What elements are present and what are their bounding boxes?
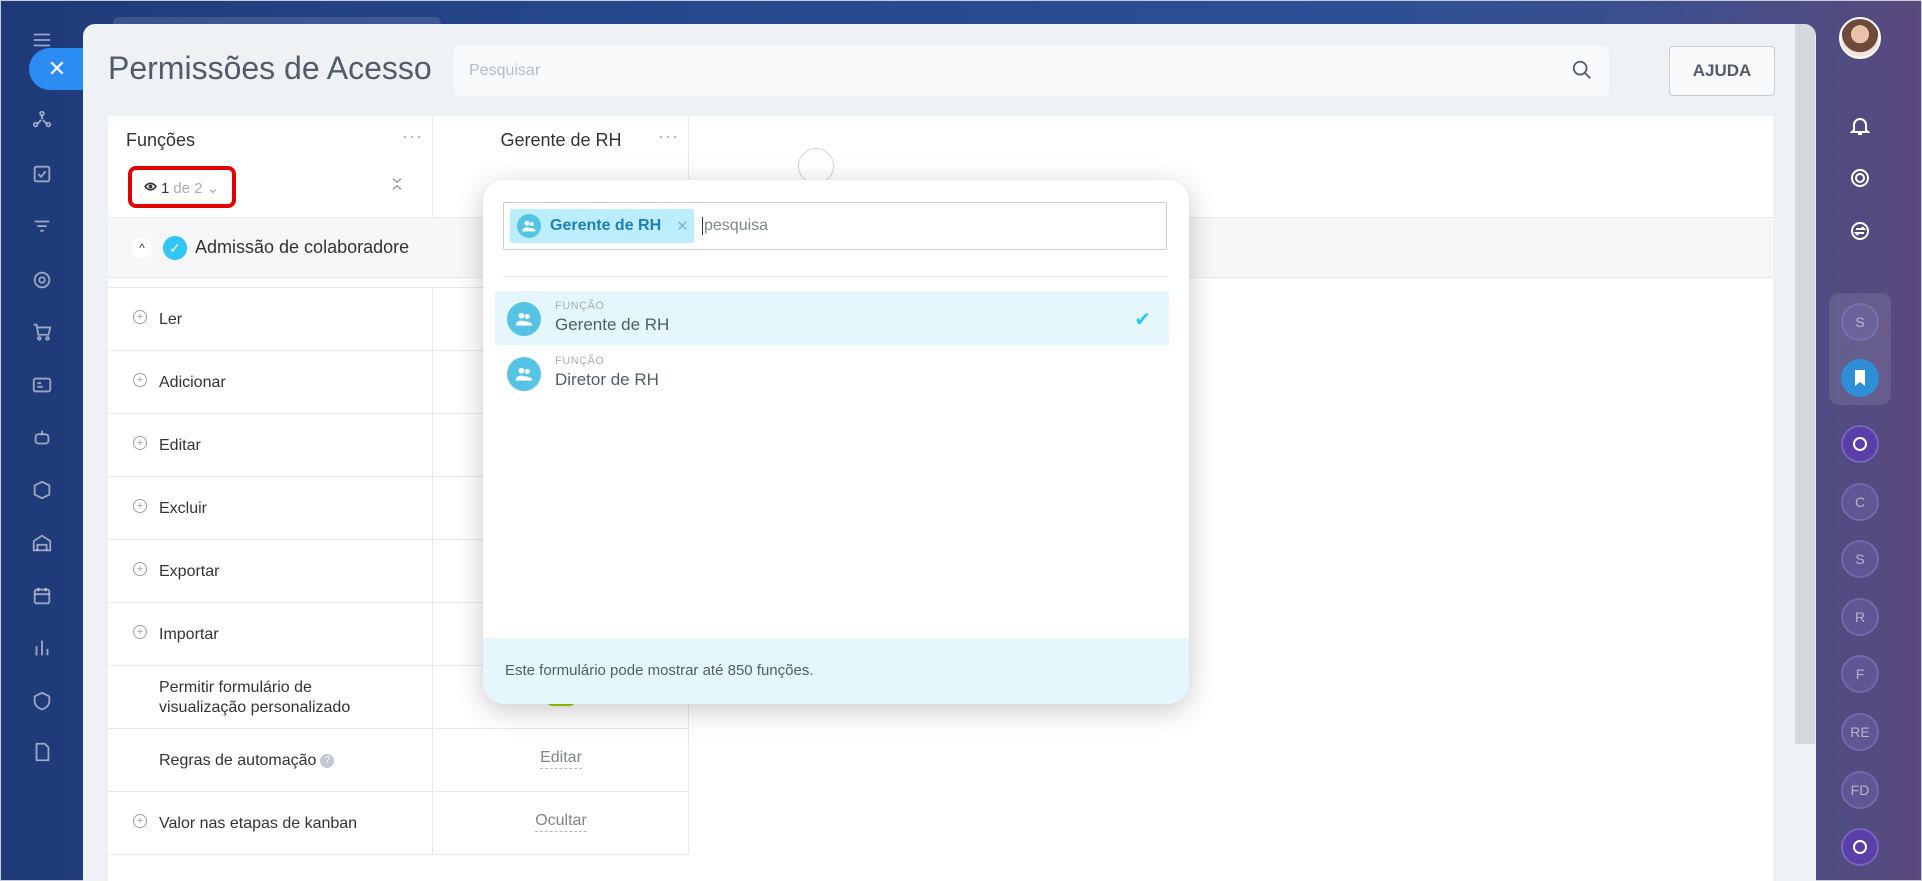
row-label-text: Regras de automação — [159, 752, 317, 769]
total-count: de 2 — [173, 179, 203, 197]
tag-label: Gerente de RH — [550, 217, 662, 234]
close-icon: ✕ — [47, 56, 67, 81]
openlines-icon[interactable] — [1841, 425, 1879, 463]
search-icon[interactable] — [1571, 59, 1593, 86]
divider — [503, 276, 1167, 277]
help-icon[interactable]: ? — [320, 753, 335, 768]
user-avatar[interactable] — [1839, 17, 1881, 59]
popup-footer: Este formulário pode mostrar até 850 fun… — [483, 638, 1189, 704]
more-icon[interactable]: ··· — [402, 126, 423, 147]
sync-icon[interactable] — [1843, 214, 1877, 248]
right-sidebar: S C S R F RE FD — [1821, 1, 1922, 881]
row-label: Regras de automação? — [159, 751, 335, 771]
check-icon: ✔ — [1134, 309, 1151, 331]
integrations-icon[interactable] — [29, 107, 55, 133]
shield-icon[interactable] — [29, 688, 55, 714]
table-row: + Valor nas etapas de kanban Ocultar — [108, 792, 689, 855]
page-title: Permissões de Acesso — [108, 50, 432, 86]
tasks-icon[interactable] — [29, 161, 55, 187]
edit-link[interactable]: Editar — [433, 749, 689, 769]
left-sidebar: ✕ — [1, 1, 85, 881]
expand-icon[interactable]: + — [133, 625, 147, 639]
check-badge-icon: ✓ — [163, 236, 187, 260]
chat-avatar[interactable]: F — [1841, 655, 1879, 693]
openlines-icon[interactable] — [1841, 828, 1879, 866]
chart-icon[interactable] — [29, 635, 55, 661]
row-label: Excluir — [159, 500, 208, 517]
expand-icon[interactable]: + — [133, 814, 147, 828]
row-label: Permitir formulário de visualização pers… — [159, 679, 351, 716]
access-permissions-slider: Permissões de Acesso Pesquisar AJUDA Fun… — [83, 24, 1816, 881]
chevron-up-icon[interactable]: ^ — [132, 238, 152, 258]
visible-roles-selector[interactable]: 1 de 2 ⌄ — [128, 166, 236, 208]
option-name: Diretor de RH — [555, 370, 659, 389]
edit-link-text[interactable]: Editar — [540, 749, 582, 769]
option-caption: FUNÇÃO — [555, 355, 605, 367]
role-option[interactable]: FUNÇÃO Gerente de RH ✔ — [495, 291, 1169, 345]
expand-icon[interactable]: + — [133, 310, 147, 324]
search-placeholder: Pesquisar — [469, 62, 541, 79]
box-icon[interactable] — [29, 477, 55, 503]
chat-avatar[interactable]: FD — [1841, 771, 1879, 809]
more-icon[interactable]: ··· — [658, 126, 679, 147]
row-label: Valor nas etapas de kanban — [159, 815, 358, 832]
users-icon — [517, 214, 541, 238]
row-label: Editar — [159, 437, 201, 454]
eye-icon — [144, 180, 157, 197]
collapse-icon[interactable] — [390, 176, 404, 195]
expand-icon[interactable]: + — [133, 499, 147, 513]
visible-count: 1 — [161, 179, 170, 197]
hide-link[interactable]: Ocultar — [433, 812, 689, 832]
chat-avatar[interactable]: R — [1841, 598, 1879, 636]
role-column-title: Gerente de RH — [500, 130, 622, 150]
calendar-icon[interactable] — [29, 583, 55, 609]
activity-icon[interactable] — [1843, 161, 1877, 195]
row-label: Adicionar — [159, 374, 226, 391]
hide-link-text[interactable]: Ocultar — [535, 812, 587, 832]
selected-role-tag[interactable]: Gerente de RH ✕ — [510, 209, 694, 243]
users-icon — [507, 357, 541, 391]
bell-icon[interactable] — [1843, 109, 1877, 143]
row-label: Exportar — [159, 563, 220, 580]
role-selector-popup: Gerente de RH ✕ pesquisa FUNÇÃO Gerente … — [483, 180, 1189, 704]
warehouse-icon[interactable] — [29, 530, 55, 556]
section-label: Admissão de colaboradore — [195, 237, 410, 257]
roles-header: Funções ··· 1 de 2 ⌄ — [108, 116, 433, 218]
chat-avatar[interactable]: S — [1841, 303, 1879, 341]
users-icon — [507, 302, 541, 336]
search-input[interactable]: Pesquisar — [454, 46, 1609, 96]
role-option[interactable]: FUNÇÃO Diretor de RH — [495, 346, 1169, 400]
contacts-icon[interactable] — [29, 372, 55, 398]
scrollbar[interactable] — [1795, 24, 1815, 744]
row-label: Importar — [159, 626, 219, 643]
chat-avatar[interactable]: RE — [1841, 713, 1879, 751]
roles-counter[interactable]: 1 de 2 ⌄ — [144, 179, 219, 197]
row-label: Ler — [159, 311, 183, 328]
chevron-down-icon: ⌄ — [206, 180, 220, 197]
target-icon[interactable] — [29, 267, 55, 293]
role-search-input[interactable]: pesquisa — [702, 217, 768, 235]
remove-tag-icon[interactable]: ✕ — [676, 217, 689, 235]
filter-icon[interactable] — [29, 214, 55, 240]
chat-avatar[interactable]: C — [1841, 483, 1879, 521]
close-button[interactable]: ✕ — [29, 48, 85, 90]
role-tag-selector[interactable]: Gerente de RH ✕ pesquisa — [503, 202, 1167, 250]
expand-icon[interactable]: + — [133, 436, 147, 450]
table-row: Regras de automação? Editar — [108, 729, 689, 792]
add-role-icon[interactable] — [798, 148, 834, 184]
bookmark-icon[interactable] — [1841, 359, 1879, 397]
chat-avatar[interactable]: S — [1841, 540, 1879, 578]
roles-title: Funções — [126, 130, 196, 150]
cart-icon[interactable] — [29, 319, 55, 345]
option-name: Gerente de RH — [555, 315, 670, 334]
help-button[interactable]: AJUDA — [1669, 46, 1775, 96]
footer-text: Este formulário pode mostrar até 850 fun… — [505, 662, 814, 679]
expand-icon[interactable]: + — [133, 562, 147, 576]
robot-icon[interactable] — [29, 425, 55, 451]
expand-icon[interactable]: + — [133, 373, 147, 387]
option-caption: FUNÇÃO — [555, 300, 605, 312]
document-icon[interactable] — [29, 739, 55, 765]
